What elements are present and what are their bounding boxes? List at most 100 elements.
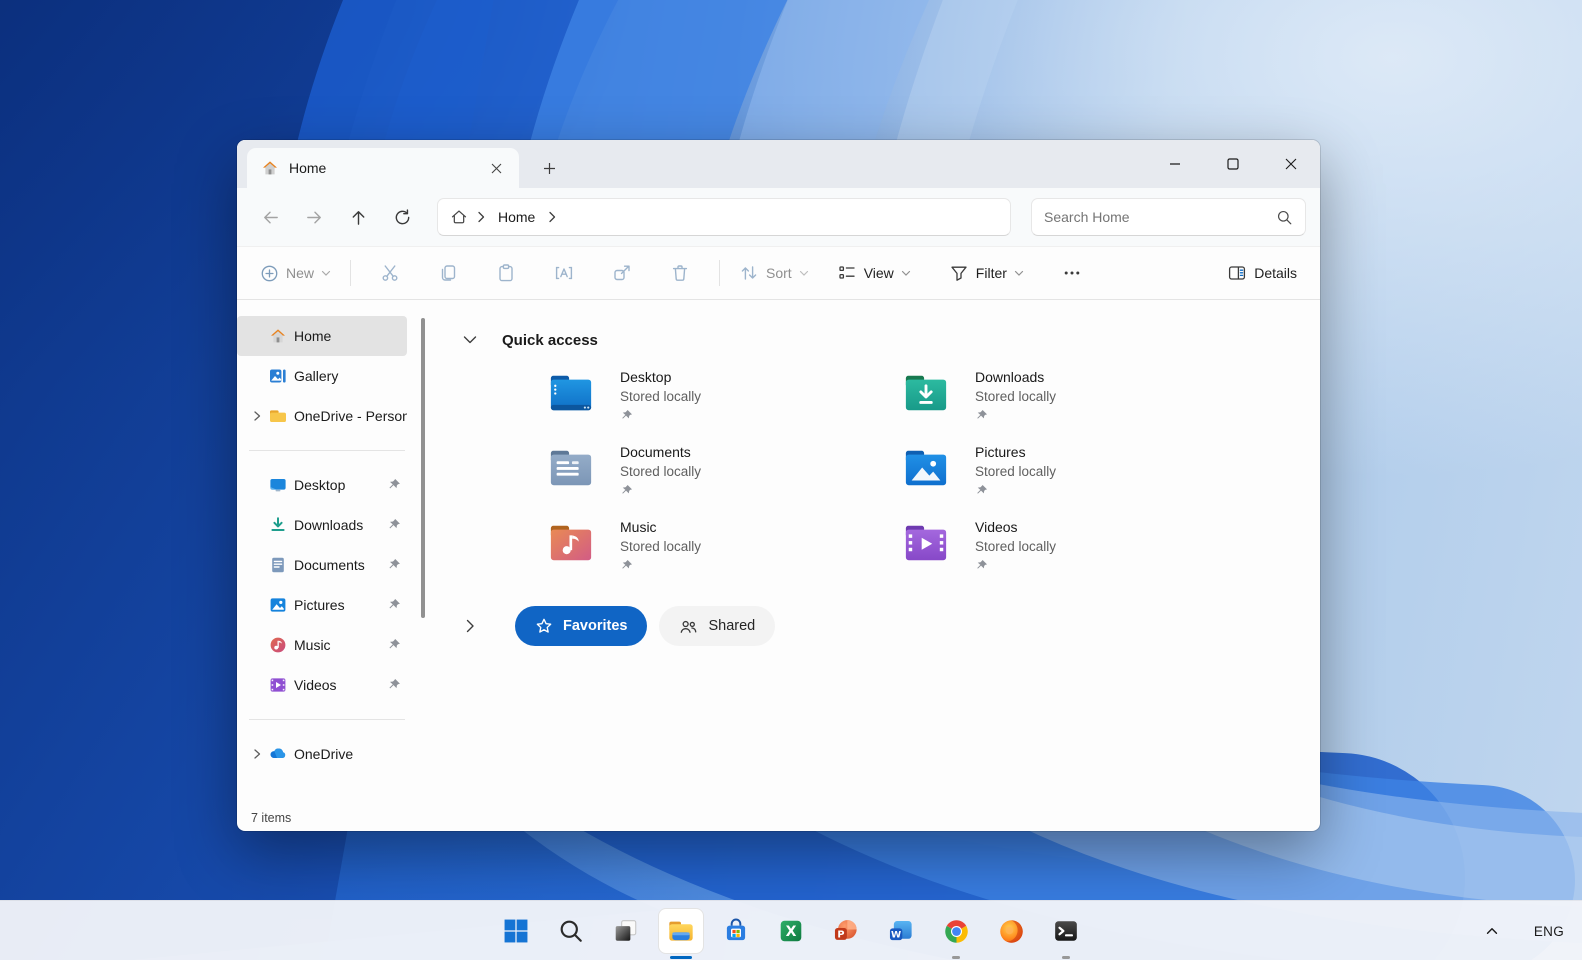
- folder-tile-downloads[interactable]: Downloads Stored locally: [903, 368, 1258, 430]
- word-icon: W: [889, 921, 912, 941]
- details-button[interactable]: Details: [1218, 255, 1306, 291]
- file-explorer-taskbar-button[interactable]: [659, 909, 703, 959]
- sidebar-item-pictures[interactable]: Pictures: [237, 585, 407, 625]
- terminal-icon: [1055, 921, 1077, 941]
- folder-tile-music[interactable]: Music Stored locally: [548, 518, 903, 580]
- cut-button[interactable]: [371, 255, 409, 291]
- chevron-right-icon: [478, 211, 485, 223]
- share-button[interactable]: [603, 255, 641, 291]
- sidebar-scrollbar[interactable]: [421, 318, 425, 618]
- pictures-folder-icon: [905, 450, 947, 486]
- sidebar-item-label: Videos: [294, 677, 337, 693]
- home-icon: [269, 327, 287, 345]
- home-tab-icon: [263, 161, 277, 175]
- sidebar-item-desktop[interactable]: Desktop: [237, 465, 407, 505]
- forward-button[interactable]: [295, 199, 333, 235]
- terminal-button[interactable]: [1044, 909, 1088, 959]
- details-pane-icon: [1229, 266, 1246, 280]
- filter-button[interactable]: Filter: [940, 255, 1033, 291]
- pin-icon: [620, 409, 701, 422]
- chrome-button[interactable]: [934, 909, 978, 959]
- sidebar-item-documents[interactable]: Documents: [237, 545, 407, 585]
- music-mini-icon: [269, 636, 287, 654]
- pin-icon: [383, 678, 405, 692]
- shared-pill[interactable]: Shared: [659, 606, 776, 646]
- file-explorer-icon: [669, 921, 693, 941]
- delete-button[interactable]: [661, 255, 699, 291]
- view-button[interactable]: View: [828, 255, 920, 291]
- documents-folder-icon: [550, 450, 592, 486]
- word-button[interactable]: W: [879, 909, 923, 953]
- window-controls: [1146, 140, 1320, 188]
- new-label: New: [286, 265, 315, 281]
- favorites-pill[interactable]: Favorites: [515, 606, 648, 646]
- section-title[interactable]: Quick access: [502, 332, 598, 349]
- svg-text:X: X: [786, 924, 797, 940]
- rename-button[interactable]: [545, 255, 583, 291]
- microsoft-store-button[interactable]: [714, 909, 758, 953]
- new-tab-button[interactable]: [533, 153, 565, 183]
- sidebar-item-label: Desktop: [294, 477, 346, 493]
- search-input[interactable]: [1044, 209, 1276, 225]
- up-button[interactable]: [339, 199, 377, 235]
- refresh-button[interactable]: [383, 199, 421, 235]
- chevron-right-icon[interactable]: [547, 211, 557, 223]
- pin-icon: [975, 559, 1056, 572]
- sidebar-item-onedrive[interactable]: OneDrive: [237, 734, 407, 774]
- chevron-down-icon: [901, 270, 910, 276]
- pin-icon: [975, 484, 1056, 497]
- folder-tile-desktop[interactable]: Desktop Stored locally: [548, 368, 903, 430]
- tab-strip: Home: [237, 140, 1320, 188]
- firefox-button[interactable]: [989, 909, 1033, 953]
- chevron-down-icon: [321, 270, 331, 276]
- search-icon[interactable]: [1276, 209, 1293, 226]
- paste-button[interactable]: [487, 255, 525, 291]
- excel-icon: X: [780, 920, 802, 942]
- pin-icon: [620, 559, 701, 572]
- breadcrumb-home[interactable]: Home: [494, 209, 539, 225]
- pin-icon: [975, 409, 1056, 422]
- sidebar-item-downloads[interactable]: Downloads: [237, 505, 407, 545]
- copy-button[interactable]: [429, 255, 467, 291]
- trash-icon: [672, 265, 688, 281]
- address-bar[interactable]: Home: [437, 198, 1011, 236]
- tab-close-button[interactable]: [483, 155, 509, 181]
- folder-tile-pictures[interactable]: Pictures Stored locally: [903, 443, 1258, 505]
- collapse-chevron-down-icon[interactable]: [462, 332, 478, 348]
- sidebar-item-home[interactable]: Home: [237, 316, 407, 356]
- expand-chevron-right-icon[interactable]: [462, 618, 478, 634]
- sidebar-item-gallery[interactable]: Gallery: [237, 356, 407, 396]
- tab-home[interactable]: Home: [247, 148, 519, 188]
- home-breadcrumb-icon: [451, 210, 467, 224]
- folder-name: Music: [620, 519, 657, 535]
- back-button[interactable]: [251, 199, 289, 235]
- sidebar-item-music[interactable]: Music: [237, 625, 407, 665]
- powerpoint-button[interactable]: P: [824, 909, 868, 953]
- taskbar-search-button[interactable]: [549, 909, 593, 953]
- new-button[interactable]: New: [251, 255, 340, 291]
- chrome-icon: [944, 919, 968, 943]
- close-window-button[interactable]: [1262, 140, 1320, 188]
- onedrive-folder-icon: [269, 407, 287, 425]
- sort-button[interactable]: Sort: [730, 255, 818, 291]
- view-label: View: [863, 265, 894, 281]
- plus-circle-icon: [261, 265, 278, 281]
- start-button[interactable]: [494, 909, 538, 953]
- maximize-button[interactable]: [1204, 140, 1262, 188]
- folder-tile-videos[interactable]: Videos Stored locally: [903, 518, 1258, 580]
- videos-mini-icon: [269, 676, 287, 694]
- show-hidden-icons-button[interactable]: [1476, 915, 1508, 947]
- search-box[interactable]: [1031, 198, 1306, 236]
- language-indicator[interactable]: ENG: [1534, 924, 1564, 939]
- minimize-button[interactable]: [1146, 140, 1204, 188]
- firefox-icon: [999, 919, 1023, 943]
- task-view-button[interactable]: [604, 909, 648, 953]
- folder-tile-documents[interactable]: Documents Stored locally: [548, 443, 903, 505]
- sidebar-item-onedrive-personal[interactable]: OneDrive - Personal: [237, 396, 407, 436]
- items-count: 7 items: [251, 811, 292, 825]
- folder-status: Stored locally: [620, 389, 702, 404]
- excel-button[interactable]: X: [769, 909, 813, 953]
- more-options-button[interactable]: [1053, 255, 1091, 291]
- sidebar-item-label: Downloads: [294, 517, 364, 533]
- sidebar-item-videos[interactable]: Videos: [237, 665, 407, 705]
